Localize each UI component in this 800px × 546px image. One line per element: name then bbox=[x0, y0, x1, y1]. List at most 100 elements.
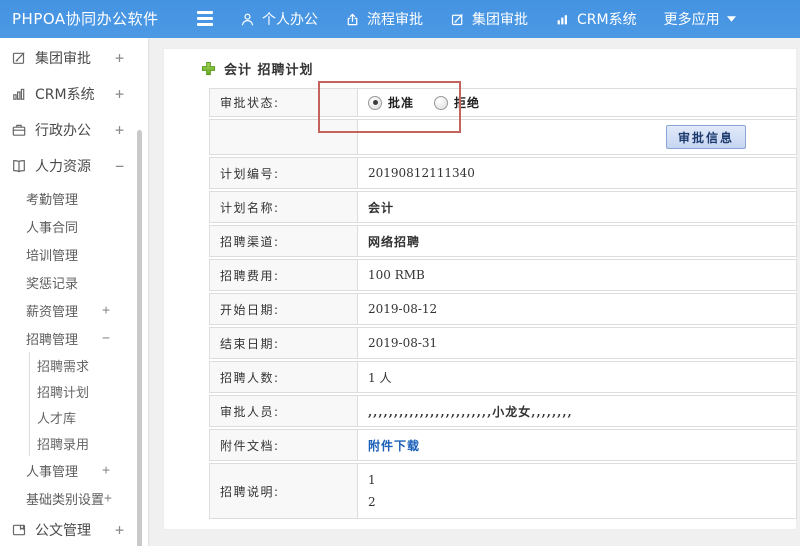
recruit-channel-value: 网络招聘 bbox=[368, 234, 421, 249]
topbar: PHPOA协同办公软件 个人办公 流程审批 集团审批 CRM系统 更多应用 bbox=[0, 0, 800, 38]
recruit-note-line: 2 bbox=[368, 495, 376, 509]
start-date-value: 2019-08-12 bbox=[368, 302, 438, 316]
topbar-nav: 个人办公 流程审批 集团审批 CRM系统 更多应用 bbox=[240, 0, 736, 38]
plus-icon[interactable]: + bbox=[115, 49, 124, 67]
edit-square-icon bbox=[450, 12, 465, 27]
bar-chart-icon bbox=[555, 12, 570, 27]
nav-item-label: 个人办公 bbox=[262, 12, 318, 28]
nav-item-group-approval[interactable]: 集团审批 bbox=[450, 9, 528, 29]
form-row-attachment: 附件文档: 附件下载 bbox=[209, 429, 797, 461]
approval-info-button[interactable]: 审批信息 bbox=[665, 125, 746, 149]
app-logo: PHPOA协同办公软件 bbox=[12, 10, 159, 28]
form-row-recruit-count: 招聘人数: 1 人 bbox=[209, 361, 797, 393]
edit-square-icon bbox=[10, 50, 27, 67]
sidebar-item-label: 考勤管理 bbox=[26, 192, 79, 208]
page-title: 会计 招聘计划 bbox=[201, 59, 796, 78]
sidebar-item-document-management[interactable]: 公文管理 + bbox=[0, 512, 148, 546]
nav-item-process-approval[interactable]: 流程审批 bbox=[345, 9, 423, 29]
sidebar-item-personnel-management[interactable]: 人事管理 + bbox=[0, 456, 148, 484]
form-row-recruit-cost: 招聘费用: 100 RMB bbox=[209, 259, 797, 291]
sidebar-item-label: 招聘录用 bbox=[37, 437, 90, 453]
sidebar-item-reward-punishment[interactable]: 奖惩记录 bbox=[0, 268, 148, 296]
end-date-label: 结束日期: bbox=[210, 328, 358, 358]
sidebar-item-human-resources[interactable]: 人力资源 − bbox=[0, 148, 148, 184]
plus-icon[interactable]: + bbox=[115, 521, 124, 539]
start-date-label: 开始日期: bbox=[210, 294, 358, 324]
sidebar: 集团审批 + CRM系统 + 行政办公 + 人力资源 − 考勤管理 人事合同 培训管理 奖惩记录 薪资管… bbox=[0, 38, 149, 546]
sidebar-item-label: 培训管理 bbox=[26, 248, 79, 264]
nav-item-label: CRM系统 bbox=[577, 12, 637, 28]
approval-form: 审批状态: 批准 拒绝 审批信息 计划编号: 20190812111340 计划名称… bbox=[209, 88, 797, 519]
sidebar-item-training-management[interactable]: 培训管理 bbox=[0, 240, 148, 268]
attachment-link[interactable]: 附件下载 bbox=[368, 437, 420, 454]
recruit-count-value: 1 人 bbox=[368, 370, 392, 385]
sidebar-item-label: 集团审批 bbox=[35, 51, 91, 67]
form-row-approve-button: 审批信息 bbox=[209, 119, 797, 155]
sidebar-item-label: 人事合同 bbox=[26, 220, 79, 236]
plan-number-value: 20190812111340 bbox=[368, 166, 475, 180]
page-title-text: 会计 招聘计划 bbox=[224, 63, 314, 78]
sidebar-item-label: 行政办公 bbox=[35, 123, 91, 139]
minus-icon[interactable]: − bbox=[102, 331, 110, 346]
person-icon bbox=[240, 12, 255, 27]
form-row-end-date: 结束日期: 2019-08-31 bbox=[209, 327, 797, 359]
recruit-cost-value: 100 RMB bbox=[368, 268, 425, 282]
plus-icon[interactable]: + bbox=[115, 85, 124, 103]
plus-icon[interactable]: + bbox=[115, 121, 124, 139]
sidebar-item-crm-system[interactable]: CRM系统 + bbox=[0, 76, 148, 112]
recruit-count-label: 招聘人数: bbox=[210, 362, 358, 392]
content-panel: 会计 招聘计划 审批状态: 批准 拒绝 审批信息 计划编号: 2019081211… bbox=[163, 48, 797, 530]
reject-radio-label[interactable]: 拒绝 bbox=[454, 94, 480, 111]
sidebar-scrollbar[interactable] bbox=[137, 130, 142, 546]
sidebar-item-talent-pool[interactable]: 人才库 bbox=[0, 404, 148, 430]
form-row-recruit-channel: 招聘渠道: 网络招聘 bbox=[209, 225, 797, 257]
form-row-status: 审批状态: 批准 拒绝 bbox=[209, 88, 797, 117]
recruit-channel-label: 招聘渠道: bbox=[210, 226, 358, 256]
reject-radio[interactable] bbox=[434, 95, 449, 110]
plus-icon[interactable]: + bbox=[104, 491, 112, 506]
sidebar-item-salary-management[interactable]: 薪资管理 + bbox=[0, 296, 148, 324]
sidebar-item-label: 招聘管理 bbox=[26, 332, 79, 348]
document-icon bbox=[10, 522, 27, 539]
nav-item-crm-system[interactable]: CRM系统 bbox=[555, 9, 637, 29]
plus-icon bbox=[201, 61, 216, 76]
plan-name-label: 计划名称: bbox=[210, 192, 358, 222]
nav-item-label: 集团审批 bbox=[472, 12, 528, 28]
approve-radio[interactable] bbox=[368, 95, 382, 110]
sidebar-item-label: 薪资管理 bbox=[26, 304, 79, 320]
sidebar-item-recruit-management[interactable]: 招聘管理 − bbox=[0, 324, 148, 352]
sidebar-item-recruit-plan[interactable]: 招聘计划 bbox=[0, 378, 148, 404]
sidebar-item-basic-category-settings[interactable]: 基础类别设置 + bbox=[0, 484, 148, 512]
book-icon bbox=[10, 158, 27, 175]
minus-icon[interactable]: − bbox=[115, 157, 124, 175]
sidebar-item-recruit-hire[interactable]: 招聘录用 bbox=[0, 430, 148, 456]
nav-item-more-apps[interactable]: 更多应用 bbox=[664, 9, 736, 29]
plus-icon[interactable]: + bbox=[102, 463, 110, 478]
nav-item-personal-office[interactable]: 个人办公 bbox=[240, 9, 318, 29]
hamburger-menu-icon[interactable] bbox=[197, 11, 215, 27]
bar-chart-icon bbox=[10, 86, 27, 103]
form-row-recruit-note: 招聘说明: 1 2 bbox=[209, 463, 797, 519]
status-label: 审批状态: bbox=[210, 89, 358, 116]
form-row-plan-name: 计划名称: 会计 bbox=[209, 191, 797, 223]
sidebar-item-hr-contract[interactable]: 人事合同 bbox=[0, 212, 148, 240]
sidebar-item-label: 奖惩记录 bbox=[26, 276, 79, 292]
process-approval-icon bbox=[345, 12, 360, 27]
attachment-label: 附件文档: bbox=[210, 430, 358, 460]
sidebar-item-group-approval[interactable]: 集团审批 + bbox=[0, 40, 148, 76]
plan-name-value: 会计 bbox=[368, 200, 395, 215]
sidebar-item-label: 人事管理 bbox=[26, 464, 79, 480]
attachment-value: 附件下载 bbox=[358, 430, 796, 460]
sidebar-item-attendance-management[interactable]: 考勤管理 bbox=[0, 184, 148, 212]
sidebar-item-admin-office[interactable]: 行政办公 + bbox=[0, 112, 148, 148]
sidebar-item-label: 人力资源 bbox=[35, 159, 91, 175]
plus-icon[interactable]: + bbox=[102, 303, 110, 318]
approvers-label: 审批人员: bbox=[210, 396, 358, 426]
caret-down-icon bbox=[726, 16, 736, 22]
approve-radio-label[interactable]: 批准 bbox=[388, 94, 414, 111]
sidebar-items: 集团审批 + CRM系统 + 行政办公 + 人力资源 − 考勤管理 人事合同 培训管理 奖惩记录 薪资管… bbox=[0, 40, 148, 546]
nav-item-label: 更多应用 bbox=[663, 12, 720, 28]
sidebar-item-recruit-demand[interactable]: 招聘需求 bbox=[0, 352, 148, 378]
sidebar-item-label: 基础类别设置 bbox=[26, 492, 105, 508]
form-row-start-date: 开始日期: 2019-08-12 bbox=[209, 293, 797, 325]
